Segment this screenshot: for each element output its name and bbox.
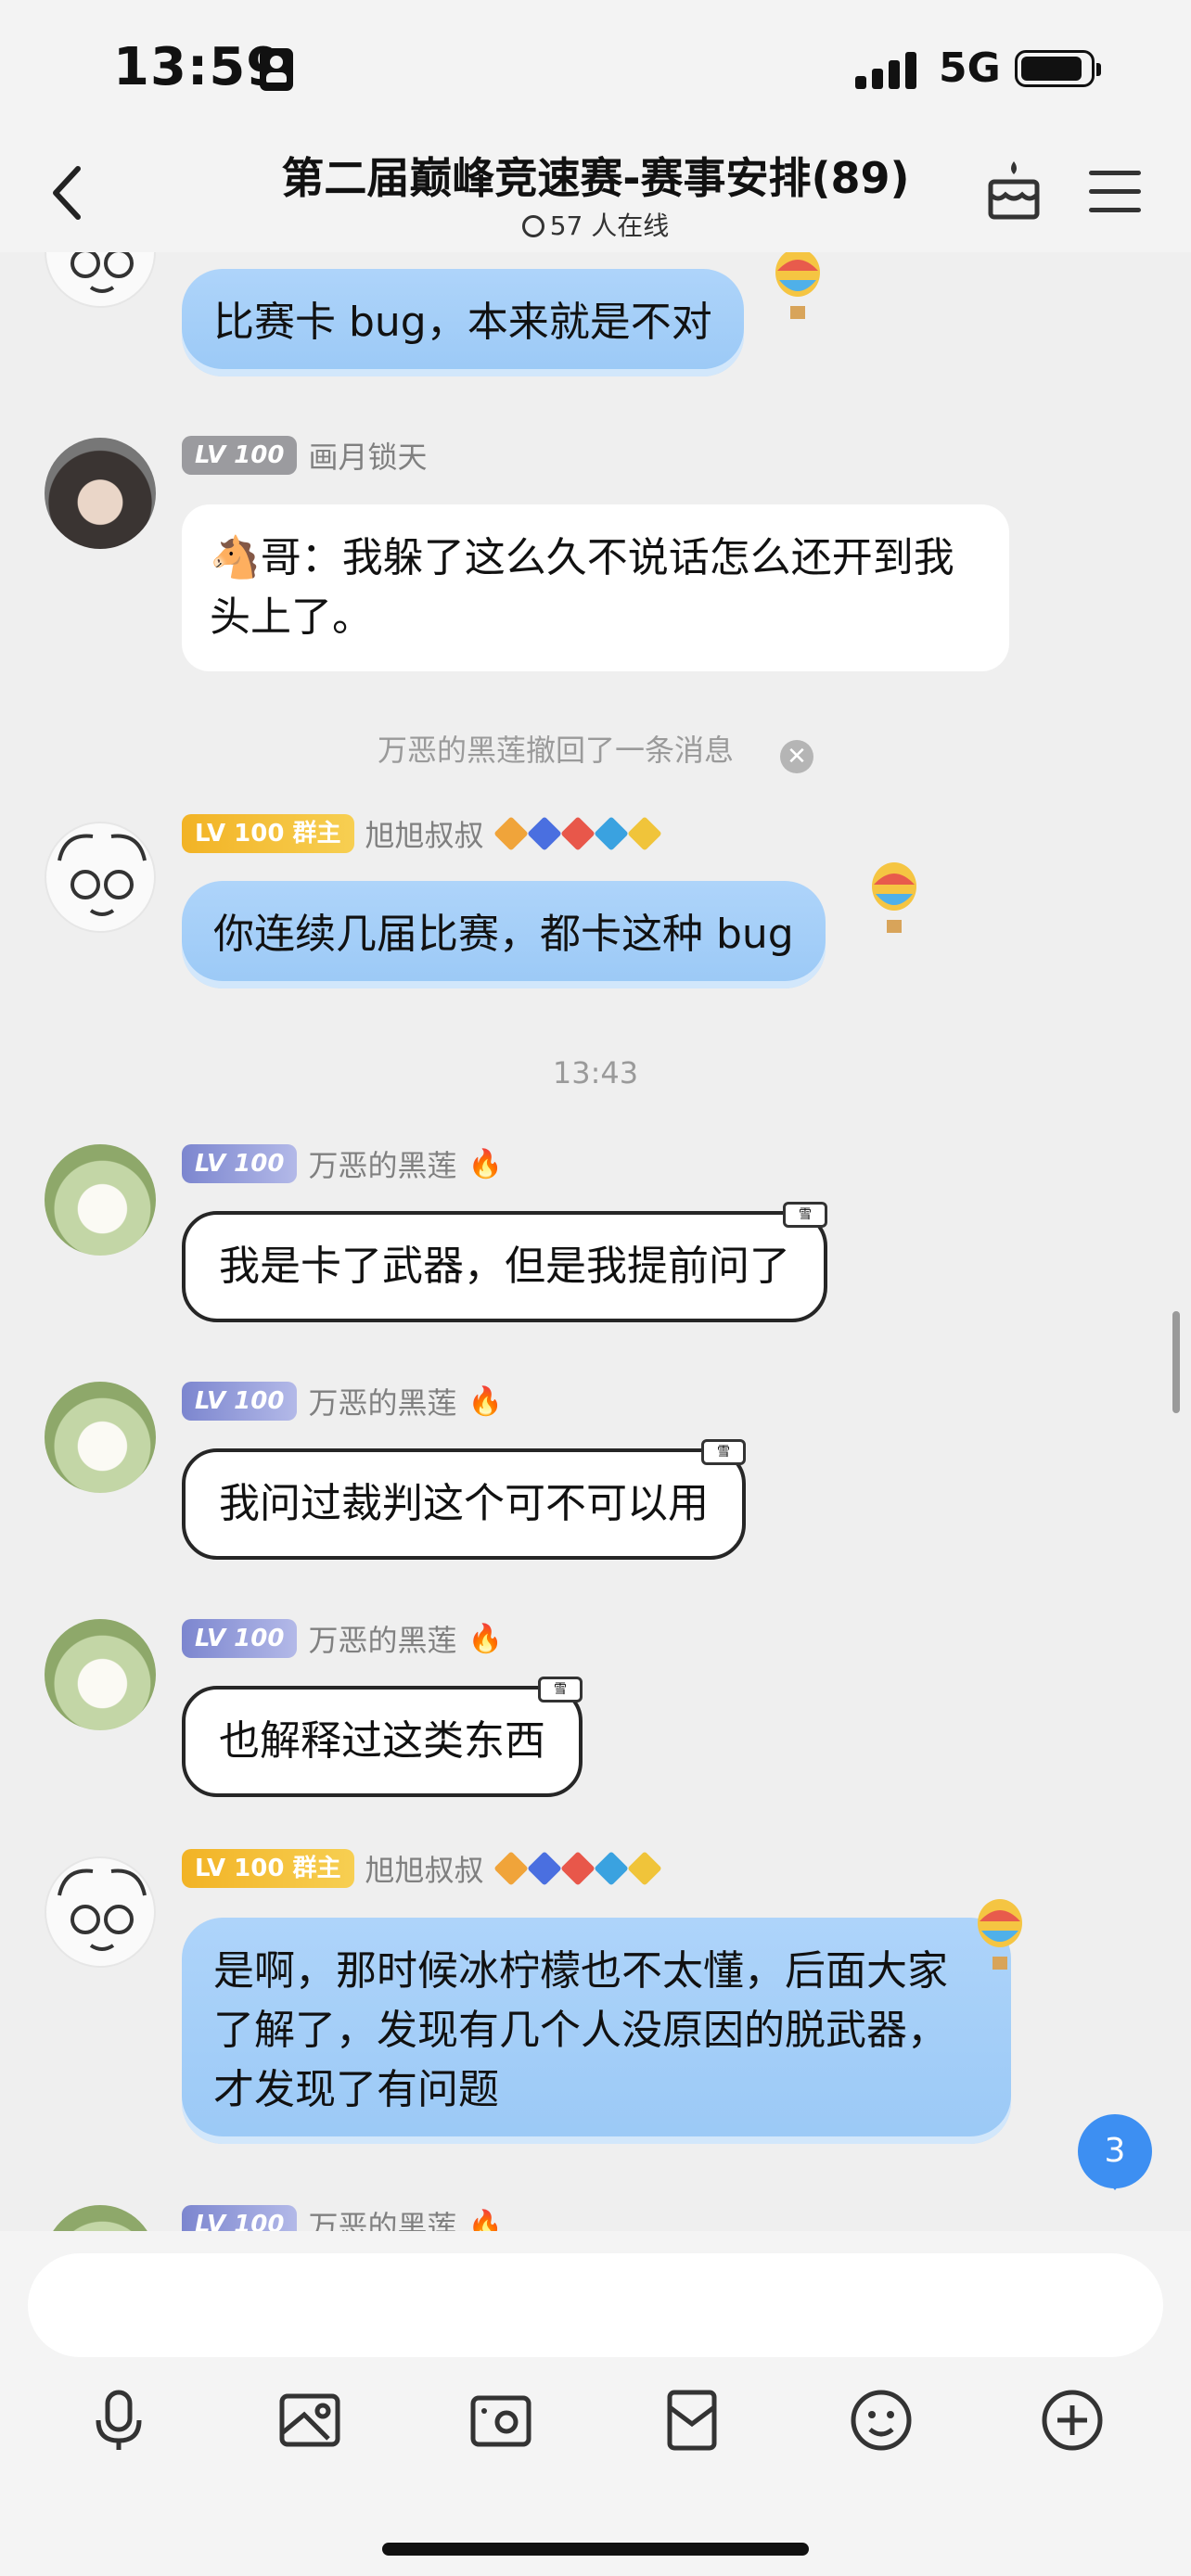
voice-button[interactable] [82, 2383, 156, 2457]
message-input[interactable] [28, 2253, 1163, 2357]
sender-name[interactable]: 旭旭叔叔 [365, 1847, 484, 1890]
message-bubble[interactable]: 🐴哥：我躲了这么久不说话怎么还开到我头上了。 [182, 504, 1009, 671]
camera-button[interactable] [464, 2383, 538, 2457]
avatar[interactable] [45, 252, 156, 308]
image-icon [279, 2393, 340, 2447]
input-area [0, 2231, 1191, 2576]
home-indicator [382, 2543, 809, 2556]
more-button[interactable] [1035, 2383, 1109, 2457]
chat-header: 第二届巅峰竞速赛-赛事安排(89) 57 人在线 [0, 139, 1191, 252]
cellular-signal-icon [855, 46, 920, 89]
close-icon[interactable]: ✕ [780, 740, 813, 773]
message-bubble[interactable]: 你连续几届比赛，都卡这种 bug [182, 881, 826, 988]
sender-meta: LV 100 画月锁天 [182, 434, 427, 477]
balloon-icon [775, 252, 820, 319]
sender-name[interactable]: 画月锁天 [308, 434, 427, 477]
bubble-tag: 雪 [701, 1439, 746, 1465]
message-bubble[interactable]: 比赛卡 bug，本来就是不对 [182, 269, 744, 376]
avatar[interactable] [45, 822, 156, 933]
sender-meta: LV 100 群主 旭旭叔叔 [182, 1847, 662, 1890]
medal-badges [493, 816, 662, 851]
clock-icon [521, 215, 544, 237]
message-text: 也解释过这类东西 [219, 1717, 545, 1765]
avatar[interactable] [45, 2205, 156, 2231]
level-badge-text: LV 100 [195, 1855, 285, 1882]
avatar[interactable] [45, 1856, 156, 1968]
level-badge: LV 100 [182, 2205, 298, 2231]
owner-badge: 群主 [292, 1855, 341, 1882]
level-badge: LV 100 [182, 1144, 298, 1183]
menu-icon [1089, 171, 1141, 175]
sender-name[interactable]: 万恶的黑莲 [308, 1617, 456, 1660]
level-badge: LV 100 群主 [182, 814, 354, 853]
sender-name[interactable]: 万恶的黑莲 [308, 2203, 456, 2231]
red-packet-button[interactable] [655, 2383, 729, 2457]
message-bubble[interactable]: 我问过裁判这个可不可以用 雪 [182, 1439, 746, 1560]
chat-list[interactable]: 比赛卡 bug，本来就是不对 LV 100 画月锁天 🐴哥：我躲了这么久不说话怎… [0, 252, 1191, 2231]
level-badge: LV 100 [182, 1382, 298, 1421]
avatar[interactable] [45, 1619, 156, 1730]
timestamp: 13:43 [552, 1055, 639, 1090]
image-button[interactable] [273, 2383, 347, 2457]
cake-icon [988, 161, 1040, 220]
level-badge: LV 100 [182, 436, 298, 475]
sender-name[interactable]: 万恶的黑莲 [308, 1142, 456, 1185]
unread-count-badge[interactable]: 3 [1078, 2114, 1152, 2190]
avatar[interactable] [45, 438, 156, 549]
status-time: 13:59 [113, 37, 284, 97]
message-bubble[interactable]: 也解释过这类东西 雪 [182, 1677, 583, 1797]
battery-icon [1015, 50, 1101, 87]
red-packet-icon [667, 2390, 717, 2451]
owner-badge: 群主 [292, 820, 341, 848]
avatar[interactable] [45, 1144, 156, 1256]
balloon-icon [978, 1899, 1022, 1970]
sender-name[interactable]: 旭旭叔叔 [365, 812, 484, 855]
level-badge: LV 100 群主 [182, 1849, 354, 1888]
level-badge-text: LV 100 [195, 820, 285, 848]
medal-badges [493, 1851, 662, 1886]
flame-icon: 🔥 [467, 1622, 503, 1655]
bubble-tag: 雪 [538, 1677, 583, 1702]
emoji-button[interactable] [844, 2383, 918, 2457]
message-text: 我问过裁判这个可不可以用 [219, 1480, 709, 1527]
sender-meta: LV 100 万恶的黑莲 🔥 [182, 1142, 503, 1185]
flame-icon: 🔥 [467, 2208, 503, 2232]
message-text: 我是卡了武器，但是我提前问了 [219, 1243, 790, 1290]
sender-name[interactable]: 万恶的黑莲 [308, 1380, 456, 1422]
menu-button[interactable] [1089, 167, 1145, 215]
message-bubble[interactable]: 我是卡了武器，但是我提前问了 雪 [182, 1202, 827, 1322]
camera-icon [470, 2395, 531, 2447]
sender-meta: LV 100 群主 旭旭叔叔 [182, 812, 662, 855]
flame-icon: 🔥 [467, 1384, 503, 1418]
balloon-icon [872, 862, 916, 933]
id-card-icon [260, 48, 293, 91]
sender-meta: LV 100 万恶的黑莲 🔥 [182, 1380, 503, 1422]
status-bar: 13:59 5G [0, 0, 1191, 139]
flame-icon: 🔥 [467, 1147, 503, 1180]
plus-icon [1042, 2390, 1103, 2451]
emoji-icon [851, 2390, 912, 2451]
level-badge: LV 100 [182, 1619, 298, 1658]
sender-meta: LV 100 万恶的黑莲 🔥 [182, 1617, 503, 1660]
bubble-tag: 雪 [783, 1202, 827, 1228]
battery-level [1021, 57, 1082, 81]
network-type: 5G [939, 45, 1001, 92]
recall-notice: 万恶的黑莲撤回了一条消息 ✕ [0, 727, 1191, 773]
recall-notice-text: 万恶的黑莲撤回了一条消息 [377, 733, 734, 768]
message-bubble[interactable]: 是啊，那时候冰柠檬也不太懂，后面大家了解了，发现有几个人没原因的脱武器，才发现了… [182, 1918, 1011, 2144]
scrollbar[interactable] [1172, 1311, 1180, 1413]
online-count-label: 57 人在线 [549, 210, 670, 241]
microphone-icon [96, 2390, 142, 2450]
cake-button[interactable] [985, 158, 1043, 223]
avatar[interactable] [45, 1382, 156, 1493]
sender-meta: LV 100 万恶的黑莲 🔥 [182, 2203, 503, 2231]
